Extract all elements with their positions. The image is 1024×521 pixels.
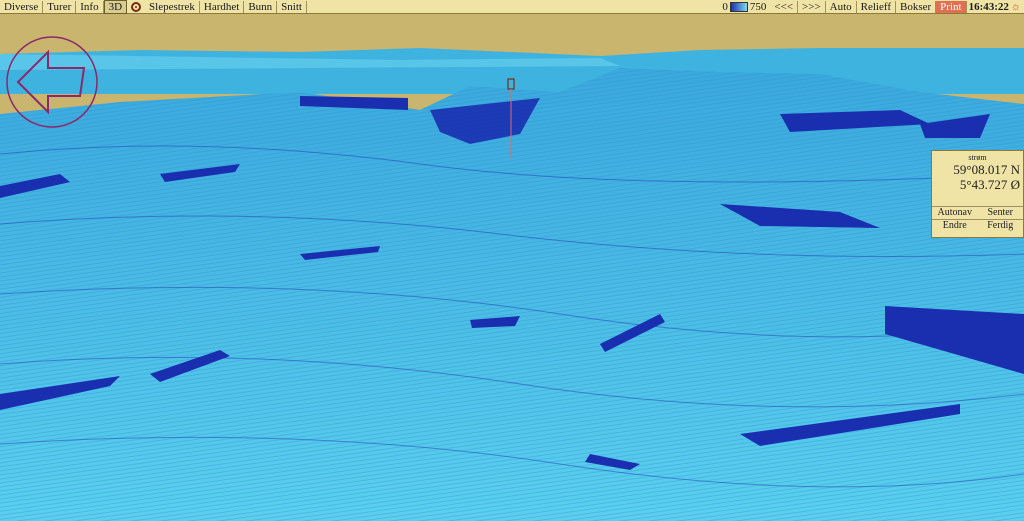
next-button[interactable]: >>> [798,0,826,13]
autonav-button[interactable]: Autonav [932,207,978,219]
sun-icon[interactable]: ☼ [1011,1,1024,13]
vessel-marker[interactable] [507,78,515,158]
panel-spacer [932,192,1023,206]
endre-button[interactable]: Endre [932,220,978,232]
scale-gradient-icon [729,1,748,12]
toolbar: Diverse Turer Info 3D Slepestrek Hardhet… [0,0,1024,14]
longitude: 5°43.727 Ø [959,177,1020,192]
menu-diverse[interactable]: Diverse [0,0,44,13]
back-arrow-icon[interactable] [4,34,100,130]
panel-row-2: Endre Ferdig [932,219,1023,232]
prev-button[interactable]: <<< [770,0,799,13]
latitude: 59°08.017 N [953,162,1020,177]
menu-snitt[interactable]: Snitt [277,0,307,13]
panel-mode: strøm [968,153,987,162]
auto-button[interactable]: Auto [826,0,857,13]
ferdig-button[interactable]: Ferdig [978,220,1024,232]
clock: 16:43:22 [968,0,1009,13]
menu-bunn[interactable]: Bunn [244,0,278,13]
senter-button[interactable]: Senter [978,207,1024,219]
depth-scale[interactable]: 0 750 [718,1,770,13]
print-button[interactable]: Print [936,0,967,13]
menu-slepestrek[interactable]: Slepestrek [145,0,200,13]
menu-hardhet[interactable]: Hardhet [200,0,245,13]
menu-turer[interactable]: Turer [43,0,77,13]
menu-info[interactable]: Info [76,0,104,13]
scale-min: 0 [722,0,728,13]
position-panel: strøm 59°08.017 N 5°43.727 Ø Autonav Sen… [931,150,1024,238]
menu-3d[interactable]: 3D [103,0,128,14]
panel-row-1: Autonav Senter [932,206,1023,219]
relieff-button[interactable]: Relieff [857,0,896,13]
bokser-button[interactable]: Bokser [896,0,937,13]
scale-max: 750 [749,0,767,13]
target-icon[interactable] [131,1,142,12]
